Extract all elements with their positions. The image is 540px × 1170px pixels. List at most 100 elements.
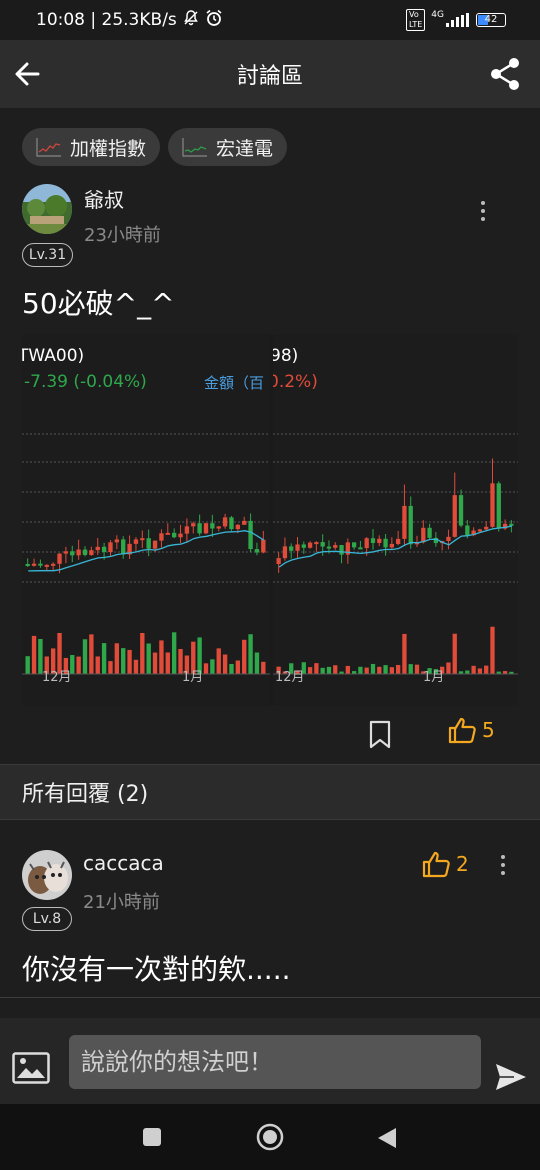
volume-bar bbox=[146, 643, 151, 674]
volume-bar bbox=[101, 643, 107, 674]
candle-body bbox=[307, 542, 313, 548]
volume-bar bbox=[396, 664, 401, 674]
candle-body bbox=[477, 529, 483, 532]
candle-body bbox=[121, 539, 126, 555]
candle-body bbox=[222, 517, 228, 527]
candle-body bbox=[496, 483, 501, 529]
volume-bar bbox=[95, 656, 100, 674]
reply-text: 你沒有一次對的欸..... bbox=[22, 953, 291, 986]
tag-chip-label: 宏達電 bbox=[216, 137, 274, 160]
author-avatar[interactable] bbox=[22, 184, 72, 234]
network-type: 4G bbox=[431, 10, 444, 20]
volume-bar bbox=[477, 668, 483, 674]
post-more-icon[interactable] bbox=[477, 199, 489, 223]
moving-average-line bbox=[28, 530, 265, 572]
candle-body bbox=[396, 538, 401, 544]
bookmark-icon[interactable] bbox=[366, 720, 394, 750]
tag-chip-stock[interactable]: 宏達電 bbox=[168, 128, 288, 166]
candle-body bbox=[159, 533, 164, 541]
volume-bar bbox=[248, 634, 253, 674]
chart-title: TWA00) bbox=[22, 346, 85, 366]
tag-chip-index[interactable]: 加權指數 bbox=[22, 128, 161, 166]
volume-bar bbox=[254, 652, 260, 674]
volume-bar bbox=[333, 665, 338, 674]
candle-body bbox=[364, 538, 369, 549]
mini-line-chart-icon bbox=[36, 138, 61, 157]
candle-body bbox=[465, 525, 470, 536]
post-text: 50必破^_^ bbox=[22, 287, 175, 320]
tag-chips: 加權指數 宏達電 bbox=[22, 128, 288, 166]
volume-bar bbox=[408, 664, 413, 674]
candle-body bbox=[152, 540, 158, 549]
candle-body bbox=[146, 538, 151, 549]
volume-bar bbox=[261, 661, 266, 674]
reply-level-badge: Lv.8 bbox=[22, 907, 72, 931]
comment-input[interactable] bbox=[69, 1035, 481, 1089]
volume-bar bbox=[127, 649, 132, 674]
chart-change: -7.39 (-0.04%) bbox=[24, 372, 147, 392]
candle-body bbox=[421, 527, 426, 543]
volume-bar bbox=[203, 663, 209, 674]
reply-author-name[interactable]: caccaca bbox=[83, 851, 164, 875]
candle-body bbox=[276, 558, 281, 564]
volume-bar bbox=[229, 663, 234, 674]
volume-bar bbox=[345, 665, 350, 674]
author-name[interactable]: 爺叔 bbox=[84, 184, 124, 213]
home-icon[interactable] bbox=[256, 1123, 284, 1155]
mini-line-chart-icon bbox=[182, 138, 208, 157]
volume-bar bbox=[152, 652, 158, 674]
replies-header: 所有回覆 (2) bbox=[0, 764, 540, 820]
chart-month-label: 12月 bbox=[275, 670, 305, 685]
chart-month-label: 1月 bbox=[423, 670, 445, 685]
candle-body bbox=[339, 545, 344, 555]
candle-body bbox=[254, 549, 260, 553]
post-image-charts[interactable]: TWA00) -7.39 (-0.04%) 金額（百 12月 1月 98) 0.… bbox=[22, 334, 518, 706]
moving-average-line bbox=[278, 525, 513, 568]
thumbs-up-icon bbox=[448, 717, 476, 744]
candle-body bbox=[484, 526, 489, 530]
candle-body bbox=[358, 547, 363, 550]
back-triangle-icon[interactable] bbox=[376, 1126, 398, 1154]
reply-like-button[interactable]: 2 bbox=[422, 850, 469, 878]
candle-body bbox=[133, 539, 139, 544]
reply-author-avatar[interactable] bbox=[22, 850, 72, 900]
candle-body bbox=[248, 520, 253, 550]
share-icon[interactable] bbox=[486, 54, 526, 94]
volume-bar bbox=[140, 633, 145, 674]
comment-composer bbox=[0, 1018, 540, 1104]
candle-body bbox=[402, 505, 407, 539]
post-time: 23小時前 bbox=[84, 225, 161, 246]
volume-bar bbox=[108, 661, 113, 674]
volte-icon: Vo LTE bbox=[406, 9, 426, 31]
candle-body bbox=[301, 544, 306, 548]
candle-body bbox=[377, 538, 382, 543]
candle-body bbox=[44, 564, 49, 567]
candle-body bbox=[50, 563, 56, 566]
volume-bar bbox=[389, 667, 394, 674]
volume-bar bbox=[446, 662, 451, 674]
page-title: 討論區 bbox=[236, 64, 303, 89]
candle-body bbox=[235, 524, 241, 530]
candle-body bbox=[165, 532, 170, 535]
candle-body bbox=[216, 526, 221, 529]
candle-body bbox=[446, 536, 451, 541]
send-icon[interactable] bbox=[494, 1062, 528, 1092]
candle-body bbox=[490, 483, 495, 527]
image-attach-icon[interactable] bbox=[12, 1052, 50, 1084]
candle-body bbox=[82, 549, 88, 556]
tag-chip-label: 加權指數 bbox=[70, 137, 147, 160]
candle-body bbox=[320, 542, 325, 547]
status-bar: 10:08 | 25.3KB/s Vo LTE 4G 42 bbox=[0, 0, 540, 40]
reply-more-icon[interactable] bbox=[497, 853, 509, 877]
candle-body bbox=[458, 495, 464, 526]
volume-bar bbox=[383, 665, 388, 674]
candle-body bbox=[203, 523, 209, 534]
chart-panel-right: 98) 0.2%) 12月 1月 bbox=[273, 334, 518, 706]
post-like-button[interactable]: 5 bbox=[448, 716, 495, 744]
system-nav-bar bbox=[0, 1104, 540, 1170]
candle-body bbox=[408, 505, 413, 545]
battery-icon: 42 bbox=[476, 13, 506, 27]
recents-icon[interactable] bbox=[142, 1127, 162, 1151]
volume-bar bbox=[326, 666, 332, 674]
back-arrow-icon[interactable] bbox=[12, 54, 52, 94]
